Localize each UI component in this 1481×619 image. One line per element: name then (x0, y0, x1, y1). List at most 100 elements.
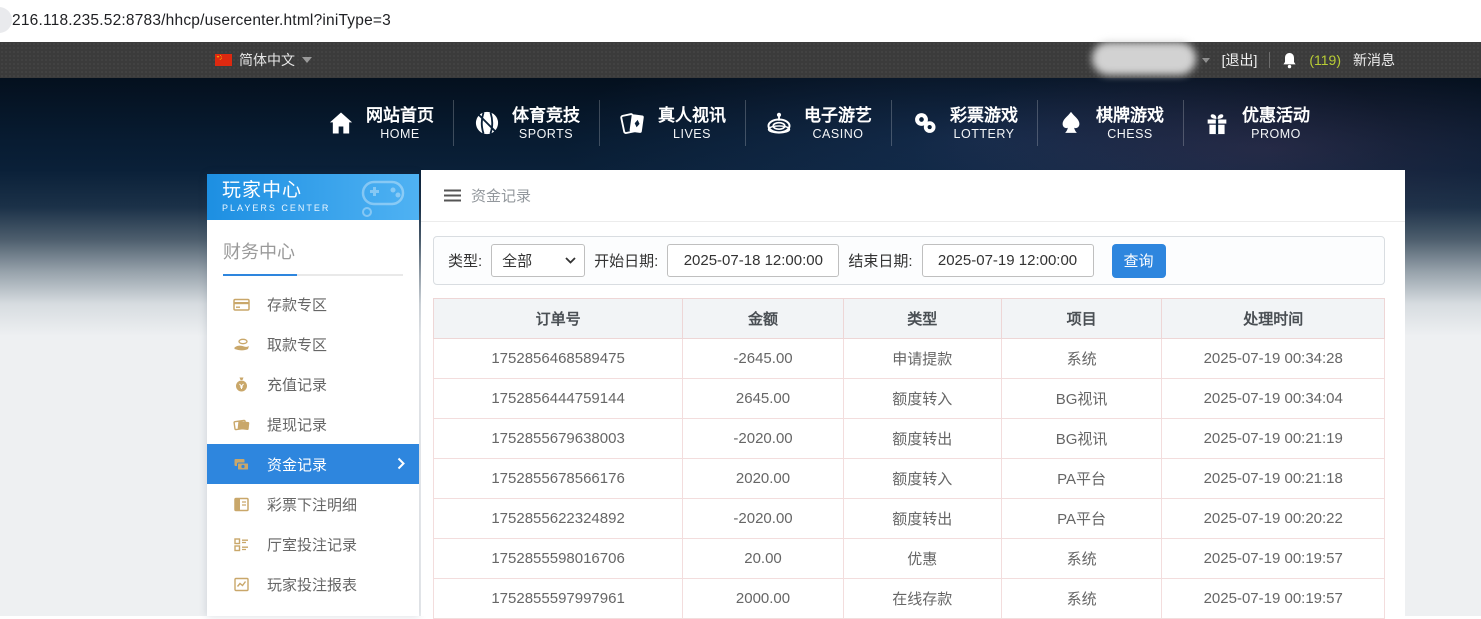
browser-url-bar[interactable]: 216.118.235.52:8783/hhcp/usercenter.html… (0, 0, 1481, 42)
cell-time: 2025-07-19 00:21:19 (1162, 419, 1385, 459)
url-text[interactable]: 216.118.235.52:8783/hhcp/usercenter.html… (12, 12, 391, 30)
account-chevron-down-icon (1202, 58, 1210, 63)
sidebar-item-lottery-bet-details[interactable]: 彩票下注明细 (207, 484, 419, 524)
top-utility-bar: 简体中文 [退出] (119) 新消息 (0, 42, 1481, 78)
sidebar-item-hall-bet-records[interactable]: 厅室投注记录 (207, 524, 419, 564)
sidebar-item-withdrawal-records[interactable]: 提现记录 (207, 404, 419, 444)
sidebar-menu: 存款专区 取款专区 充值记录 (207, 284, 419, 616)
select-chevron-down-icon (565, 257, 576, 264)
new-messages-link[interactable]: 新消息 (1353, 50, 1395, 70)
sidebar-item-label: 玩家投注报表 (267, 574, 357, 595)
table-row: 1752855622324892 -2020.00 额度转出 PA平台 2025… (434, 499, 1385, 539)
message-count-badge: (119) (1309, 52, 1341, 68)
cell-order-id: 1752855598016706 (434, 539, 683, 579)
ledger-book-icon (233, 496, 250, 513)
cell-project: 系统 (1001, 539, 1162, 579)
sidebar-item-label: 厅室投注记录 (267, 534, 357, 555)
content-header: 资金记录 (421, 170, 1405, 222)
china-flag-icon (215, 54, 232, 66)
browser-edge-decoration (0, 7, 12, 33)
table-row: 1752855598016706 20.00 优惠 系统 2025-07-19 … (434, 539, 1385, 579)
hand-money-icon (233, 336, 250, 353)
end-date-input[interactable] (922, 244, 1094, 277)
col-type: 类型 (843, 299, 1001, 339)
nav-lives-en: LIVES (658, 126, 726, 142)
section-divider (223, 274, 403, 276)
username-blurred[interactable] (1092, 42, 1196, 75)
gamepad-icon (357, 178, 411, 218)
cell-order-id: 1752855679638003 (434, 419, 683, 459)
sidebar-item-deposit-zone[interactable]: 存款专区 (207, 284, 419, 324)
sidebar-item-label: 存款专区 (267, 294, 327, 315)
sidebar-item-promo-apply[interactable]: 优惠申请 (207, 604, 419, 616)
cell-amount: 2000.00 (683, 579, 844, 619)
coins-stack-icon (233, 456, 250, 473)
nav-casino-en: CASINO (804, 126, 872, 142)
filter-bar: 类型: 全部 开始日期: 结束日期: 查询 (433, 236, 1385, 285)
cell-amount: 20.00 (683, 539, 844, 579)
logout-button[interactable]: [退出] (1222, 50, 1258, 70)
lottery-balls-icon (911, 109, 939, 137)
sidebar-item-label: 资金记录 (267, 454, 327, 475)
search-button[interactable]: 查询 (1112, 244, 1166, 278)
nav-lives-zh: 真人视讯 (658, 105, 726, 126)
nav-promo-zh: 优惠活动 (1242, 105, 1310, 126)
nav-chess-zh: 棋牌游戏 (1096, 105, 1164, 126)
cell-order-id: 1752855622324892 (434, 499, 683, 539)
nav-item-lives[interactable]: 真人视讯 LIVES (600, 100, 746, 146)
roulette-icon (765, 109, 793, 137)
nav-item-lottery[interactable]: 彩票游戏 LOTTERY (892, 100, 1038, 146)
cell-amount: -2020.00 (683, 499, 844, 539)
sidebar-header: 玩家中心 PLAYERS CENTER (207, 174, 419, 220)
chevron-down-icon (302, 57, 312, 63)
language-label: 简体中文 (239, 50, 295, 70)
list-icon (233, 536, 250, 553)
cell-amount: -2645.00 (683, 339, 844, 379)
money-bag-icon (233, 376, 250, 393)
hamburger-icon (444, 189, 461, 202)
sidebar-item-player-bet-report[interactable]: 玩家投注报表 (207, 564, 419, 604)
col-amount: 金额 (683, 299, 844, 339)
table-row: 1752856444759144 2645.00 额度转入 BG视讯 2025-… (434, 379, 1385, 419)
sidebar-body: 财务中心 存款专区 取款专区 (207, 220, 419, 616)
nav-chess-en: CHESS (1096, 126, 1164, 142)
table-row: 1752856468589475 -2645.00 申请提款 系统 2025-0… (434, 339, 1385, 379)
sidebar-item-recharge-records[interactable]: 充值记录 (207, 364, 419, 404)
cell-amount: 2645.00 (683, 379, 844, 419)
bank-card-icon (233, 296, 250, 313)
nav-item-chess[interactable]: 棋牌游戏 CHESS (1038, 100, 1184, 146)
cell-order-id: 1752856468589475 (434, 339, 683, 379)
sidebar-item-funds-records[interactable]: 资金记录 (207, 444, 419, 484)
cell-type: 申请提款 (843, 339, 1001, 379)
cell-project: 系统 (1001, 579, 1162, 619)
cell-time: 2025-07-19 00:19:57 (1162, 539, 1385, 579)
nav-item-promo[interactable]: 优惠活动 PROMO (1184, 100, 1329, 146)
nav-home-zh: 网站首页 (366, 105, 434, 126)
sidebar-item-withdraw-zone[interactable]: 取款专区 (207, 324, 419, 364)
bell-icon[interactable] (1282, 52, 1297, 69)
sidebar-section-title: 财务中心 (207, 230, 419, 274)
sidebar-item-label: 彩票下注明细 (267, 494, 357, 515)
cell-type: 优惠 (843, 539, 1001, 579)
gift-icon (1203, 109, 1231, 137)
cell-project: 系统 (1001, 339, 1162, 379)
table-row: 1752855679638003 -2020.00 额度转出 BG视讯 2025… (434, 419, 1385, 459)
nav-item-sports[interactable]: 体育竞技 SPORTS (454, 100, 600, 146)
sidebar-item-label: 提现记录 (267, 414, 327, 435)
home-icon (327, 109, 355, 137)
language-selector[interactable]: 简体中文 (215, 50, 312, 70)
cell-order-id: 1752856444759144 (434, 379, 683, 419)
cell-type: 额度转入 (843, 379, 1001, 419)
sidebar: 玩家中心 PLAYERS CENTER 财务中心 存款专区 (207, 174, 419, 616)
nav-item-home[interactable]: 网站首页 HOME (308, 100, 454, 146)
nav-item-casino[interactable]: 电子游艺 CASINO (746, 100, 892, 146)
cell-order-id: 1752855678566176 (434, 459, 683, 499)
col-order-id: 订单号 (434, 299, 683, 339)
report-chart-icon (233, 576, 250, 593)
cell-order-id: 1752855597997961 (434, 579, 683, 619)
type-select[interactable]: 全部 (491, 244, 585, 277)
start-date-input[interactable] (667, 244, 839, 277)
cell-project: PA平台 (1001, 459, 1162, 499)
cell-type: 额度转出 (843, 419, 1001, 459)
cell-type: 额度转出 (843, 499, 1001, 539)
